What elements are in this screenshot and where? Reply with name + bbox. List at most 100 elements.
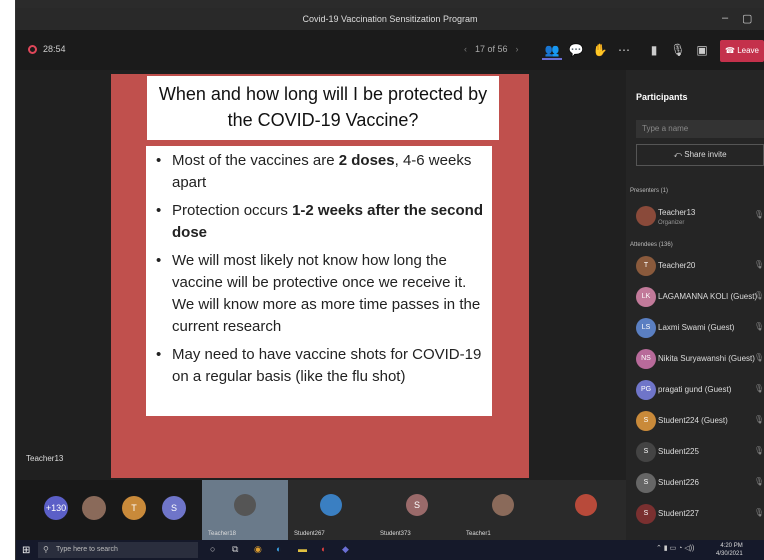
people-icon[interactable]: 👥	[542, 40, 562, 60]
mic-off-icon[interactable]: 🎙	[668, 40, 688, 60]
attendee-name: Student226	[658, 478, 699, 487]
attendee-name: pragati gund (Guest)	[658, 385, 732, 394]
slide-pager: ‹ 17 of 56 ›	[456, 44, 527, 54]
slide-body: Most of the vaccines are 2 doses, 4-6 we…	[144, 144, 494, 418]
teams-window: Covid-19 Vaccination Sensitization Progr…	[16, 0, 764, 560]
task-view-icon[interactable]: ⧉	[232, 544, 238, 555]
slide-bullet: We will most likely not know how long th…	[154, 250, 486, 338]
taskbar-search-input[interactable]: ⚲ Type here to search	[38, 542, 198, 558]
slide-title: When and how long will I be protected by…	[147, 76, 499, 140]
participant-strip: +130 T S Teacher18 Student267 S Student373 T…	[16, 480, 626, 540]
tile-label: Student267	[294, 531, 325, 537]
attendee-name: Laxmi Swami (Guest)	[658, 323, 735, 332]
edge-icon[interactable]: ◐	[276, 544, 281, 554]
presenter-label: Teacher13	[26, 454, 64, 463]
avatar: S	[636, 411, 656, 431]
presenter-name: Teacher13	[658, 208, 696, 217]
taskbar-clock[interactable]: 4:20 PM 4/30/2021	[716, 542, 743, 558]
attendee-row[interactable]: LK LAGAMANNA KOLI (Guest) 🎙	[636, 285, 764, 311]
attendee-name: Student227	[658, 509, 699, 518]
windows-taskbar: ⊞ ⚲ Type here to search ○ ⧉ ◉ ◐ ▬ ◖ ◆ ⌃ ▮…	[16, 540, 764, 560]
attendee-row[interactable]: S Student225 🎙	[636, 440, 764, 466]
attendee-row[interactable]: T Teacher20 🎙	[636, 254, 764, 280]
minimize-button[interactable]: –	[722, 12, 728, 24]
attendee-row[interactable]: LS Laxmi Swami (Guest) 🎙	[636, 316, 764, 342]
mic-off-icon: 🎙	[753, 260, 764, 269]
clock-time: 4:20 PM	[720, 543, 743, 549]
avatar: S	[162, 496, 186, 520]
mic-off-icon: 🎙	[753, 384, 764, 393]
avatar: T	[636, 256, 656, 276]
bullet-text: Protection occurs	[172, 202, 293, 219]
presenters-header[interactable]: Presenters (1)	[630, 188, 668, 194]
attendee-name: Teacher20	[658, 261, 696, 270]
leave-button[interactable]: ☎ Leave	[720, 40, 764, 62]
window-title: Covid-19 Vaccination Sensitization Progr…	[302, 14, 478, 24]
more-icon[interactable]: ⋯	[614, 40, 634, 60]
mic-off-icon: 🎙	[753, 353, 764, 362]
share-invite-label: Share invite	[684, 150, 727, 159]
share-invite-button[interactable]: ⤺ Share invite	[636, 144, 764, 166]
reactions-icon[interactable]: ✋	[590, 40, 610, 60]
video-tile[interactable]	[546, 480, 626, 540]
attendee-row[interactable]: S Student224 (Guest) 🎙	[636, 409, 764, 435]
avatar	[82, 496, 106, 520]
next-slide-button[interactable]: ›	[516, 44, 519, 54]
bullet-text: We will most likely not know how long th…	[172, 252, 481, 335]
bullet-text: Most of the vaccines are	[172, 152, 339, 169]
attendee-row[interactable]: NS Nikita Suryawanshi (Guest) 🎙	[636, 347, 764, 373]
camera-off-icon[interactable]: ▮	[644, 40, 664, 60]
participant-search-input[interactable]: Type a name	[636, 120, 764, 138]
avatar	[234, 494, 256, 516]
slide-bullet: May need to have vaccine shots for COVID…	[154, 344, 486, 388]
avatar: NS	[636, 349, 656, 369]
cortana-icon[interactable]: ○	[210, 544, 215, 554]
video-tile[interactable]: S Student373	[374, 480, 460, 540]
mic-off-icon: 🎙	[753, 322, 764, 331]
slide-bullet: Protection occurs 1-2 weeks after the se…	[154, 200, 486, 244]
mic-off-icon: 🎙	[753, 446, 764, 455]
file-explorer-icon[interactable]: ▬	[298, 544, 307, 554]
attendee-row[interactable]: PG pragati gund (Guest) 🎙	[636, 378, 764, 404]
leave-label: Leave	[737, 46, 759, 55]
title-bar: Covid-19 Vaccination Sensitization Progr…	[16, 8, 764, 30]
maximize-button[interactable]: ▢	[742, 12, 752, 25]
attendee-row[interactable]: S Student226 🎙	[636, 471, 764, 497]
prev-slide-button[interactable]: ‹	[464, 44, 467, 54]
attendee-row[interactable]: S Student227 🎙	[636, 502, 764, 528]
chrome-icon[interactable]: ◉	[254, 544, 262, 555]
teams-icon[interactable]: ◆	[342, 544, 349, 555]
avatar	[636, 206, 656, 226]
app-icon[interactable]: ◖	[320, 544, 325, 554]
avatar: LS	[636, 318, 656, 338]
attendees-header[interactable]: Attendees (136)	[630, 242, 673, 248]
recording-icon	[28, 45, 37, 54]
bullet-bold-text: 2 doses	[338, 152, 395, 169]
search-icon: ⚲	[43, 545, 49, 554]
presentation-slide: When and how long will I be protected by…	[111, 74, 529, 478]
mic-icon: 🎙	[753, 210, 764, 219]
avatar	[575, 494, 597, 516]
more-participants-badge[interactable]: +130	[44, 496, 68, 520]
slide-bullets: Most of the vaccines are 2 doses, 4-6 we…	[146, 146, 492, 388]
meeting-toolbar: 28:54 ‹ 17 of 56 › 👥 💬 ✋ ⋯ ▮ 🎙 ▣ ☎ Leave	[16, 30, 764, 70]
video-tile[interactable]: Teacher1	[460, 480, 546, 540]
avatar: LK	[636, 287, 656, 307]
tile-label: Teacher1	[466, 531, 491, 537]
avatar: S	[636, 504, 656, 524]
windows-start-icon[interactable]: ⊞	[22, 545, 30, 556]
mic-off-icon: 🎙	[753, 291, 764, 300]
share-tray-icon[interactable]: ▣	[692, 40, 712, 60]
system-tray-icons[interactable]: ⌃ ▮ ▭ ◔ ◁))	[656, 544, 694, 552]
mic-off-icon: 🎙	[753, 477, 764, 486]
avatar: S	[636, 442, 656, 462]
chat-icon[interactable]: 💬	[566, 40, 586, 60]
avatar	[492, 494, 514, 516]
avatar: S	[406, 494, 428, 516]
avatar	[320, 494, 342, 516]
video-tile[interactable]: Student267	[288, 480, 374, 540]
presenter-row[interactable]: Teacher13 Organizer 🎙	[636, 204, 764, 230]
attendee-name: Nikita Suryawanshi (Guest)	[658, 354, 755, 363]
video-tile[interactable]: Teacher18	[202, 480, 288, 540]
shared-content-stage: When and how long will I be protected by…	[16, 70, 626, 480]
